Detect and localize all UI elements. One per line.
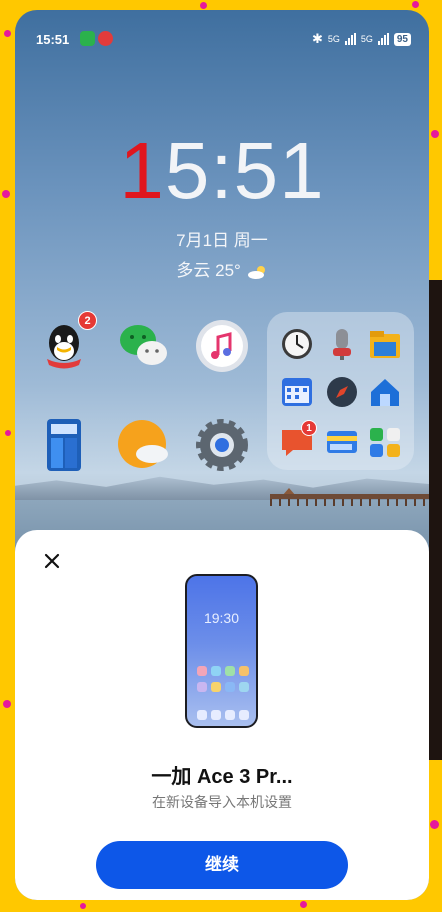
weather-app-icon[interactable] xyxy=(115,416,173,474)
settings-app-icon[interactable] xyxy=(193,416,251,474)
frame-dot xyxy=(4,30,11,37)
frame-dot xyxy=(200,2,207,9)
close-button[interactable] xyxy=(39,548,65,574)
device-illustration-time: 19:30 xyxy=(203,610,240,626)
wechat-app-icon[interactable] xyxy=(115,317,173,375)
battery-indicator: 95 xyxy=(393,32,411,46)
illustration-app-icon xyxy=(225,666,235,676)
phone-screen: 15:51 ✱ 5G 5G 95 15:51 7月1日 周一 多云 25° 2 … xyxy=(15,10,429,900)
frame-dot xyxy=(430,820,439,829)
music-app-icon[interactable] xyxy=(193,317,251,375)
wallet-app-icon[interactable] xyxy=(324,424,360,460)
device-illustration: 19:30 xyxy=(185,574,258,728)
illustration-dock-icon xyxy=(197,710,207,720)
frame-dot xyxy=(5,430,11,436)
close-icon[interactable] xyxy=(39,548,65,574)
bluetooth-icon: ✱ xyxy=(311,31,323,46)
status-time: 15:51 xyxy=(36,32,70,47)
weather-text: 多云 25° xyxy=(176,261,241,280)
illustration-dock-icon xyxy=(225,710,235,720)
clock-app-icon[interactable] xyxy=(279,326,315,362)
illustration-app-icon xyxy=(197,666,207,676)
illustration-app-icon xyxy=(211,682,221,692)
frame-dot xyxy=(300,901,307,908)
messages-badge: 1 xyxy=(301,420,317,436)
partly-cloudy-icon xyxy=(247,265,265,279)
illustration-app-icon xyxy=(239,682,249,692)
lockscreen-weather: 多云 25° xyxy=(15,256,429,281)
illustration-dock-icon xyxy=(239,710,249,720)
network-label-1: 5G xyxy=(327,34,340,44)
messages-app-icon[interactable]: 1 xyxy=(279,420,317,460)
illustration-app-icon xyxy=(211,666,221,676)
network-label-2: 5G xyxy=(360,34,373,44)
qq-app-icon[interactable]: 2 xyxy=(35,311,97,375)
lockscreen-clock: 15:51 xyxy=(15,125,429,217)
illustration-app-icon xyxy=(239,666,249,676)
status-right: ✱ 5G 5G 95 xyxy=(312,31,411,47)
illustration-dock-icon xyxy=(211,710,221,720)
wechat-notification-icon xyxy=(80,31,95,46)
frame-dot xyxy=(412,1,419,8)
smart-home-app-icon[interactable] xyxy=(367,374,403,410)
recorder-app-icon[interactable] xyxy=(324,326,360,362)
calculator-app-icon[interactable] xyxy=(35,416,93,474)
device-name: 一加 Ace 3 Pr... xyxy=(151,766,293,788)
transfer-bottom-sheet: 19:30 一加 Ace 3 Pr... 在新设备导入本机设置 继续 xyxy=(15,530,429,900)
app-folder[interactable]: 1 xyxy=(267,312,414,470)
frame-dot xyxy=(2,190,10,198)
qq-badge: 2 xyxy=(78,311,97,330)
wallpaper-pier xyxy=(270,488,429,506)
clock-first-digit: 1 xyxy=(119,126,165,215)
lockscreen-date: 7月1日 周一 xyxy=(176,231,268,250)
continue-button[interactable]: 继续 xyxy=(96,841,348,889)
compass-app-icon[interactable] xyxy=(324,374,360,410)
app-notification-icon xyxy=(98,31,113,46)
frame-dot xyxy=(3,700,11,708)
file-manager-app-icon[interactable] xyxy=(367,326,403,362)
frame-dot xyxy=(431,130,439,138)
clock-rest: 5:51 xyxy=(164,126,325,215)
sheet-subtitle: 在新设备导入本机设置 xyxy=(152,794,292,810)
illustration-app-icon xyxy=(197,682,207,692)
status-bar: 15:51 ✱ 5G 5G 95 xyxy=(15,10,429,50)
frame-dot xyxy=(80,903,86,909)
signal-icon xyxy=(344,33,356,45)
background-object xyxy=(429,280,442,760)
illustration-app-icon xyxy=(225,682,235,692)
calendar-app-icon[interactable] xyxy=(279,374,315,410)
mini-apps-group-icon[interactable] xyxy=(367,424,403,460)
signal-icon xyxy=(377,33,389,45)
